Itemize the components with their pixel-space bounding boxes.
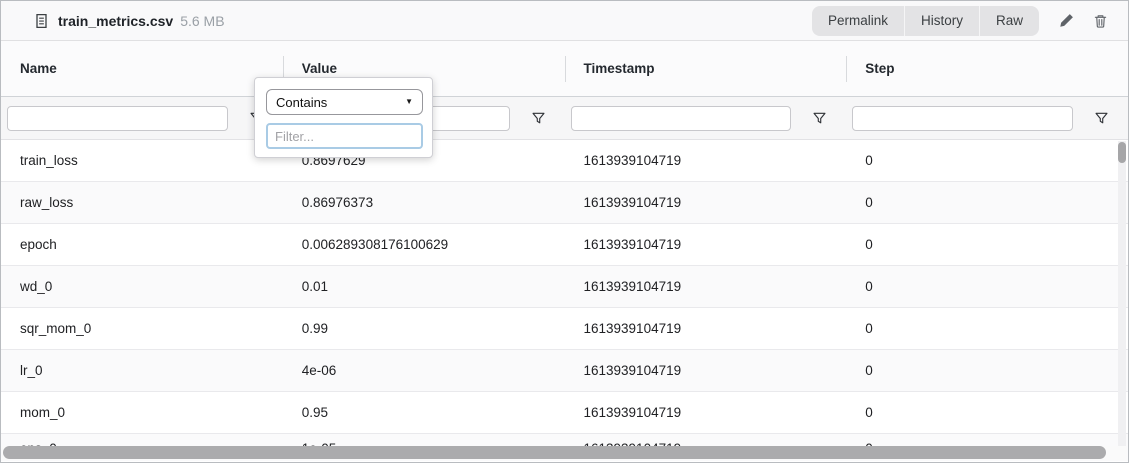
cell-value: 4e-06 (301, 363, 337, 378)
csv-file-viewer: train_metrics.csv 5.6 MB Permalink Histo… (0, 0, 1129, 463)
step-filter-input[interactable] (852, 105, 1073, 131)
document-icon (34, 13, 49, 29)
cell-timestamp: 1613939104719 (583, 237, 682, 252)
cell-value: 0.01 (301, 279, 329, 294)
vertical-scrollbar[interactable] (1118, 141, 1126, 446)
table-body: train_loss 0.8697629 1613939104719 0 raw… (1, 140, 1128, 461)
table-row: mom_0 0.95 1613939104719 0 (1, 392, 1128, 434)
step-filter-funnel-button[interactable] (1094, 111, 1109, 126)
file-action-button-group: Permalink History Raw (811, 5, 1039, 36)
filter-operator-select[interactable]: Contains ▼ (266, 89, 423, 115)
cell-step: 0 (865, 405, 873, 420)
table-row: train_loss 0.8697629 1613939104719 0 (1, 140, 1128, 182)
delete-button[interactable] (1093, 12, 1108, 30)
cell-timestamp: 1613939104719 (583, 321, 682, 336)
column-header-timestamp: Timestamp (564, 41, 847, 96)
filter-operator-label: Contains (276, 94, 328, 110)
timestamp-filter-input[interactable] (570, 105, 792, 131)
filter-popup-input[interactable] (266, 123, 423, 149)
cell-name: train_loss (20, 153, 78, 168)
column-header-name: Name (20, 61, 57, 76)
table-row: raw_loss 0.86976373 1613939104719 0 (1, 182, 1128, 224)
cell-step: 0 (865, 363, 873, 378)
file-header-bar: train_metrics.csv 5.6 MB Permalink Histo… (1, 1, 1128, 41)
file-title: train_metrics.csv (58, 12, 174, 29)
cell-name: mom_0 (20, 405, 66, 420)
file-actions: Permalink History Raw (811, 5, 1108, 36)
cell-timestamp: 1613939104719 (583, 363, 682, 378)
filter-cell-timestamp (565, 105, 847, 131)
cell-step: 0 (865, 153, 873, 168)
filter-cell-step (846, 105, 1128, 131)
cell-timestamp: 1613939104719 (583, 195, 682, 210)
cell-value: 0.95 (301, 405, 329, 420)
cell-timestamp: 1613939104719 (583, 153, 682, 168)
cell-timestamp: 1613939104719 (583, 405, 682, 420)
pencil-icon (1058, 13, 1074, 29)
filter-popup: Contains ▼ (254, 77, 433, 158)
table-row: sqr_mom_0 0.99 1613939104719 0 (1, 308, 1128, 350)
cell-name: lr_0 (20, 363, 43, 378)
filter-cell-name (1, 105, 283, 131)
table-header-row: Name Value Timestamp Step (1, 41, 1128, 97)
table-row: epoch 0.006289308176100629 1613939104719… (1, 224, 1128, 266)
trash-icon (1093, 13, 1108, 29)
raw-button[interactable]: Raw (978, 5, 1039, 36)
horizontal-scrollbar[interactable] (2, 446, 1127, 460)
funnel-icon (812, 111, 827, 126)
file-size: 5.6 MB (180, 12, 225, 29)
history-button[interactable]: History (903, 5, 979, 36)
column-header-step: Step (846, 41, 1128, 96)
funnel-icon (531, 111, 546, 126)
cell-step: 0 (865, 321, 873, 336)
cell-timestamp: 1613939104719 (583, 279, 682, 294)
funnel-icon (1094, 111, 1109, 126)
cell-value: 0.86976373 (301, 195, 374, 210)
value-filter-funnel-button[interactable] (531, 111, 546, 126)
name-filter-input[interactable] (7, 105, 228, 131)
cell-name: wd_0 (20, 279, 53, 294)
permalink-button[interactable]: Permalink (812, 6, 904, 36)
cell-step: 0 (865, 195, 873, 210)
timestamp-filter-funnel-button[interactable] (812, 111, 827, 126)
vertical-scrollbar-thumb[interactable] (1118, 142, 1126, 163)
edit-button[interactable] (1058, 12, 1074, 30)
cell-name: raw_loss (20, 195, 74, 210)
filter-row (1, 97, 1128, 140)
cell-step: 0 (865, 279, 873, 294)
chevron-down-icon: ▼ (405, 97, 413, 106)
cell-value: 0.006289308176100629 (301, 237, 449, 252)
table-row: wd_0 0.01 1613939104719 0 (1, 266, 1128, 308)
cell-step: 0 (865, 237, 873, 252)
horizontal-scrollbar-thumb[interactable] (3, 446, 1106, 459)
cell-value: 0.99 (301, 321, 329, 336)
cell-name: sqr_mom_0 (20, 321, 92, 336)
cell-name: epoch (20, 237, 57, 252)
table-row: lr_0 4e-06 1613939104719 0 (1, 350, 1128, 392)
